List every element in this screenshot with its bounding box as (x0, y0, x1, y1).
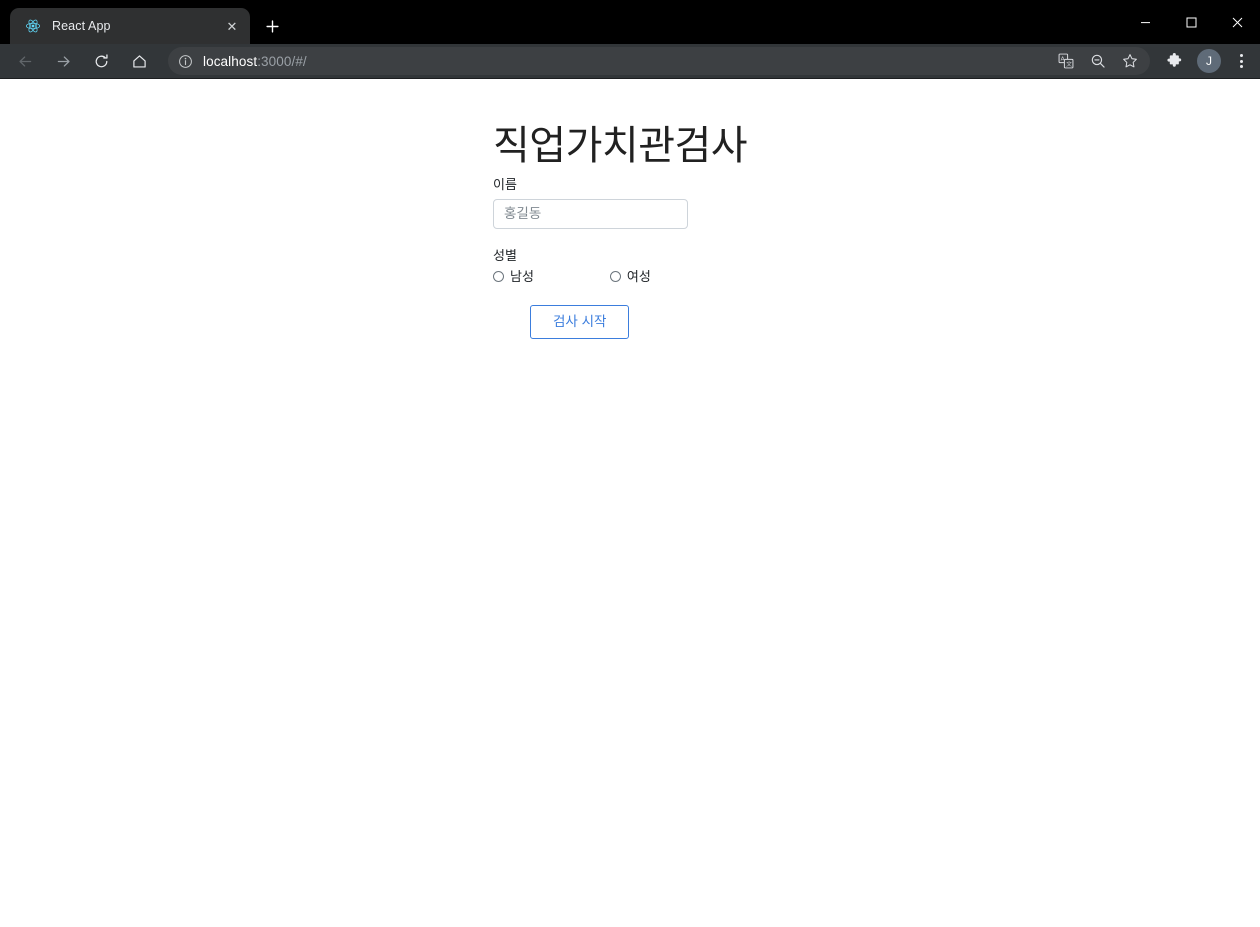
svg-text:文: 文 (1066, 60, 1072, 68)
menu-dot (1239, 65, 1243, 68)
window-controls (1122, 0, 1260, 44)
back-arrow-icon[interactable] (11, 47, 39, 75)
url-path: :3000/#/ (257, 53, 307, 69)
page-viewport: 직업가치관검사 이름 성별 남성 여성 (0, 79, 1260, 927)
tab-title: React App (52, 19, 111, 33)
url-host: localhost (203, 53, 258, 69)
info-circle-icon[interactable] (178, 54, 193, 69)
gender-radio-male[interactable] (493, 271, 504, 283)
browser-window: React App ✕ localhost:3000/#/ A 文 J 직업가치… (0, 0, 1260, 927)
gender-option-male[interactable]: 남성 (493, 270, 534, 283)
react-logo-icon (24, 18, 41, 35)
window-maximize-button[interactable] (1168, 0, 1214, 44)
zoom-out-icon[interactable] (1085, 48, 1111, 74)
name-label: 이름 (493, 177, 517, 192)
address-bar[interactable]: localhost:3000/#/ A 文 (168, 47, 1150, 75)
new-tab-button[interactable] (258, 12, 286, 40)
gender-radio-group: 남성 여성 (493, 270, 913, 283)
browser-tab[interactable]: React App ✕ (10, 8, 250, 44)
name-input[interactable] (493, 198, 688, 229)
submit-row: 검사 시작 (493, 305, 913, 340)
tab-close-icon[interactable]: ✕ (222, 16, 242, 36)
profile-avatar[interactable]: J (1197, 49, 1221, 73)
tab-strip: React App ✕ (0, 0, 1260, 44)
page-title: 직업가치관검사 (493, 124, 748, 168)
menu-dot (1239, 59, 1243, 63)
browser-toolbar: localhost:3000/#/ A 文 J (0, 44, 1260, 79)
puzzle-piece-icon[interactable] (1160, 47, 1188, 75)
menu-dot (1239, 54, 1243, 57)
gender-field-group: 성별 남성 여성 (493, 247, 913, 283)
assessment-form: 직업가치관검사 이름 성별 남성 여성 (493, 123, 913, 340)
window-minimize-button[interactable] (1122, 0, 1168, 44)
forward-arrow-icon[interactable] (49, 47, 77, 75)
gender-option-female[interactable]: 여성 (609, 269, 651, 285)
three-dot-menu-icon[interactable] (1228, 47, 1254, 75)
gender-option-female-label: 여성 (626, 269, 651, 285)
start-test-button[interactable]: 검사 시작 (530, 305, 630, 340)
translate-icon[interactable]: A 文 (1053, 48, 1079, 74)
window-close-button[interactable] (1214, 0, 1260, 44)
url-text: localhost:3000/#/ (203, 54, 1050, 69)
gender-label: 성별 (493, 247, 517, 263)
bookmark-star-icon[interactable] (1117, 48, 1143, 74)
gender-option-male-label: 남성 (510, 269, 534, 285)
home-icon[interactable] (125, 47, 153, 75)
reload-icon[interactable] (87, 47, 115, 75)
name-field-group: 이름 (493, 177, 913, 229)
gender-radio-female[interactable] (609, 271, 621, 283)
